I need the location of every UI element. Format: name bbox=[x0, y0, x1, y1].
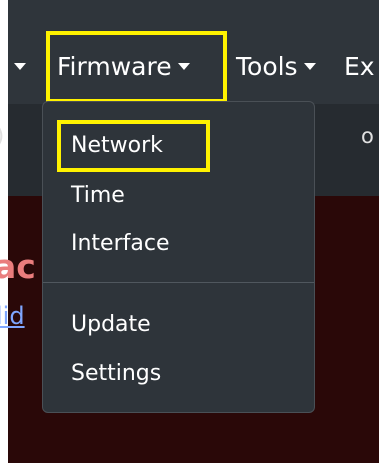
menu-item-network[interactable]: Network bbox=[57, 120, 210, 172]
menu-item-update[interactable]: Update bbox=[71, 305, 151, 345]
chevron-down-icon bbox=[303, 63, 316, 70]
content-link[interactable]: lid bbox=[0, 302, 25, 330]
app-frame: Firmware Tools Ex ) o ac lid Network Tim… bbox=[0, 0, 379, 463]
content-heading: ac bbox=[0, 247, 36, 286]
nav-firmware-label: Firmware bbox=[57, 52, 172, 81]
nav-previous-dropdown-caret[interactable] bbox=[8, 47, 26, 87]
nav-tools-dropdown[interactable]: Tools bbox=[236, 47, 316, 87]
chevron-down-icon bbox=[177, 63, 190, 70]
firmware-dropdown-menu: Network Time Interface Update Settings bbox=[42, 101, 315, 413]
menu-item-interface[interactable]: Interface bbox=[71, 224, 170, 264]
strip-left-text: ) bbox=[0, 124, 4, 148]
chevron-down-icon bbox=[14, 63, 26, 70]
nav-ex-item[interactable]: Ex bbox=[344, 47, 375, 87]
nav-firmware-dropdown[interactable]: Firmware bbox=[46, 31, 227, 103]
nav-ex-label: Ex bbox=[344, 52, 375, 81]
strip-right-text: o bbox=[361, 124, 374, 148]
nav-tools-label: Tools bbox=[236, 52, 298, 81]
menu-divider bbox=[43, 282, 314, 283]
menu-item-settings[interactable]: Settings bbox=[71, 354, 161, 394]
menu-item-time[interactable]: Time bbox=[71, 176, 125, 216]
